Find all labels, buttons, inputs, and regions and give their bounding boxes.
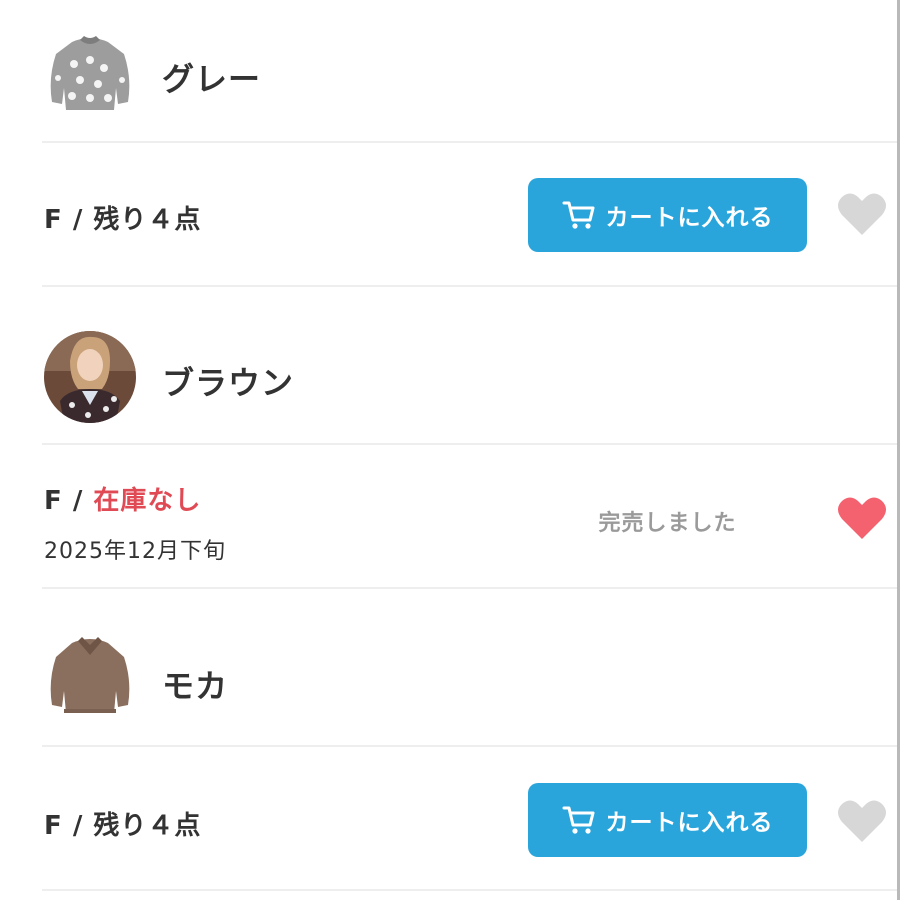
size-label: F /: [44, 205, 94, 235]
favorite-heart-icon[interactable]: [836, 798, 888, 844]
variant-color-row-gray: グレー: [0, 0, 900, 142]
sold-out-label: 完売しました: [598, 511, 737, 536]
cart-icon: [562, 804, 596, 836]
variant-color-name: グレー: [162, 60, 262, 98]
variant-size-row-mocha: F / 残り４点 カートに入れる: [0, 747, 900, 889]
add-to-cart-label: カートに入れる: [605, 810, 774, 836]
cart-icon: [562, 199, 596, 231]
stock-status: 残り４点: [93, 205, 202, 235]
add-to-cart-button[interactable]: カートに入れる: [528, 178, 807, 252]
model-wearing-brown-sweater-thumbnail[interactable]: [44, 331, 136, 423]
add-to-cart-button[interactable]: カートに入れる: [528, 783, 807, 857]
add-to-cart-label: カートに入れる: [605, 205, 774, 231]
mocha-sweater-thumbnail[interactable]: [44, 629, 136, 721]
size-stock-label: F / 在庫なし: [44, 480, 201, 517]
size-label: F /: [44, 811, 94, 841]
favorite-heart-icon[interactable]: [836, 495, 888, 541]
variant-size-row-brown: F / 在庫なし 2025年12月下旬 完売しました: [0, 445, 900, 587]
size-label: F /: [44, 486, 94, 516]
row-divider: [42, 889, 900, 891]
size-stock-label: F / 残り４点: [44, 199, 201, 236]
favorite-heart-icon[interactable]: [836, 191, 888, 237]
restock-date: 2025年12月下旬: [44, 539, 226, 564]
variant-color-name: モカ: [162, 667, 229, 705]
variant-color-row-brown: ブラウン: [0, 287, 900, 429]
stock-status: 在庫なし: [93, 486, 202, 516]
variant-color-name: ブラウン: [162, 364, 295, 402]
variant-size-row-gray: F / 残り４点 カートに入れる: [0, 143, 900, 285]
stock-status: 残り４点: [93, 811, 202, 841]
size-stock-label: F / 残り４点: [44, 805, 201, 842]
variant-color-row-mocha: モカ: [0, 589, 900, 731]
gray-sweater-thumbnail[interactable]: [44, 28, 136, 120]
